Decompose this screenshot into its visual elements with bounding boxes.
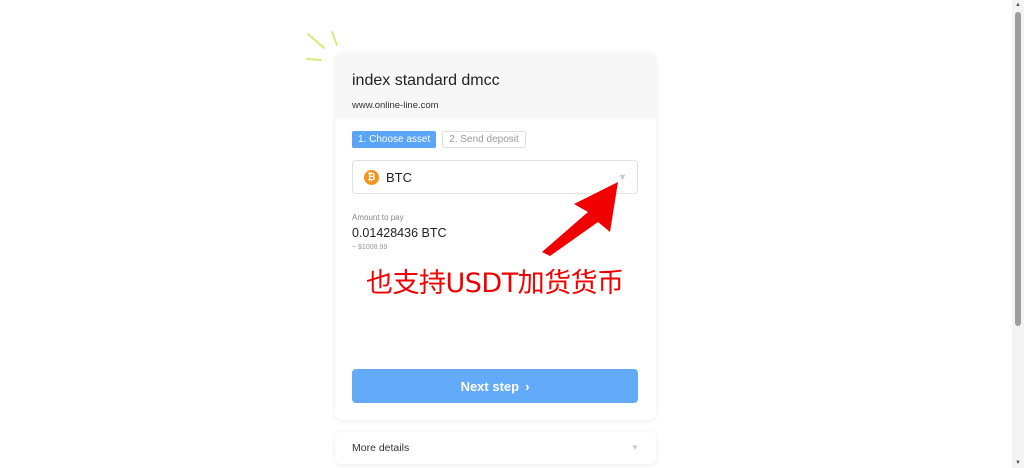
annotation-text: 也支持USDT加货货币 (366, 268, 624, 299)
next-step-button[interactable]: Next step › (352, 369, 638, 403)
payment-page: index standard dmcc www.online-line.com … (0, 0, 1024, 468)
next-step-label: Next step (460, 378, 520, 394)
merchant-header: index standard dmcc www.online-line.com (335, 53, 656, 119)
chevron-right-icon: › (525, 378, 530, 394)
more-details-label: More details (352, 442, 410, 454)
scrollbar[interactable]: ▲ ▼ (1012, 0, 1024, 468)
chevron-down-icon: ▼ (631, 443, 639, 452)
step-send-deposit[interactable]: 2. Send deposit (442, 131, 526, 148)
amount-caption: Amount to pay (352, 213, 404, 222)
scroll-up-icon[interactable]: ▲ (1015, 2, 1021, 8)
scrollbar-thumb[interactable] (1015, 12, 1021, 326)
step-choose-asset[interactable]: 1. Choose asset (352, 131, 437, 148)
amount-fiat-value: ~ $1008.99 (352, 244, 388, 251)
more-details-toggle[interactable]: More details ▼ (335, 432, 656, 464)
merchant-url: www.online-line.com (352, 100, 439, 111)
bitcoin-icon: ₿ (364, 169, 379, 185)
merchant-name: index standard dmcc (352, 72, 500, 89)
annotation-arrow-icon (542, 182, 618, 256)
asset-select-value: BTC (386, 169, 412, 185)
scroll-down-icon[interactable]: ▼ (1015, 460, 1021, 466)
step-indicator: 1. Choose asset 2. Send deposit (352, 131, 526, 148)
amount-value: 0.01428436 BTC (352, 226, 447, 240)
